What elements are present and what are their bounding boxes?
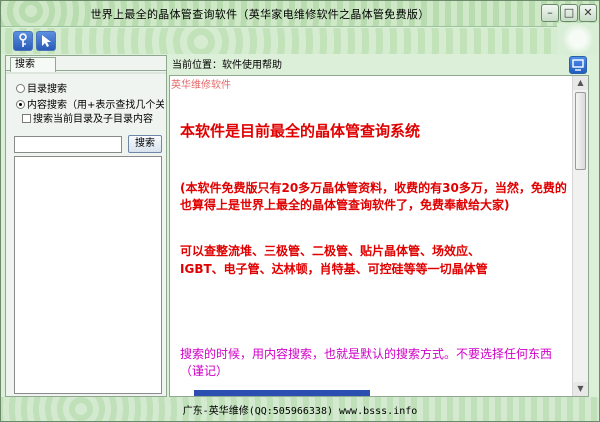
close-button[interactable]: ✕ — [579, 4, 597, 22]
status-bar: 广东-英华维修(QQ:505966338) www.bsss.info — [1, 397, 599, 421]
content-image-strip — [194, 390, 370, 396]
decoration-swirl — [557, 23, 599, 55]
minimize-button[interactable]: – — [541, 4, 559, 22]
search-subdirs-checkbox[interactable]: 搜索当前目录及子目录内容 — [22, 110, 164, 125]
help-content: 英华维修软件 本软件是目前最全的晶体管查询系统 (本软件免费版只有20多万晶体管… — [169, 75, 589, 397]
scroll-up-icon[interactable]: ▲ — [573, 76, 588, 90]
location-label: 当前位置： — [172, 60, 222, 71]
content-paragraph-2: 可以查整流堆、三极管、二极管、贴片晶体管、场效应、 IGBT、电子管、达林顿，肖… — [180, 242, 572, 278]
content-paragraph-3: 搜索的时候，用内容搜索，也就是默认的搜索方式。不要选择任何东西（谨记） — [180, 347, 553, 378]
radio-icon — [16, 84, 25, 93]
content-paragraph-1: (本软件免费版只有20多万晶体管资料，收费的有30多万，当然，免费的也算得上是世… — [180, 181, 567, 212]
directory-search-radio[interactable]: 目录搜索 — [16, 80, 164, 95]
search-subdirs-label: 搜索当前目录及子目录内容 — [33, 114, 153, 125]
location-value: 软件使用帮助 — [222, 60, 282, 71]
scroll-thumb[interactable] — [575, 92, 586, 170]
content-paragraph-2-line-1: 可以查整流堆、三极管、二极管、贴片晶体管、场效应、 — [180, 244, 481, 258]
directory-search-label: 目录搜索 — [27, 84, 67, 95]
title-bar: 世界上最全的晶体管查询软件（英华家电维修软件之晶体管免费版） – □ ✕ — [1, 1, 599, 27]
main-window: 世界上最全的晶体管查询软件（英华家电维修软件之晶体管免费版） – □ ✕ 搜索 … — [0, 0, 600, 422]
divider — [6, 72, 166, 74]
content-heading: 本软件是目前最全的晶体管查询系统 — [180, 122, 421, 140]
vertical-scrollbar[interactable]: ▲ ▼ — [572, 76, 588, 396]
content-search-radio[interactable]: 内容搜索（用+表示查找几个关键 — [16, 96, 164, 111]
radio-checked-icon — [16, 100, 25, 109]
status-text: 广东-英华维修(QQ:505966338) www.bsss.info — [182, 406, 418, 417]
scroll-down-icon[interactable]: ▼ — [573, 382, 588, 396]
search-button[interactable]: 搜索 — [128, 135, 162, 153]
arrow-cursor-icon[interactable] — [36, 31, 56, 51]
left-panel: 搜索 目录搜索 内容搜索（用+表示查找几个关键 搜索当前目录及子目录内容 搜索 — [5, 55, 167, 397]
window-title: 世界上最全的晶体管查询软件（英华家电维修软件之晶体管免费版） — [90, 8, 430, 21]
watermark-text: 英华维修软件 — [171, 80, 231, 91]
monitor-icon[interactable] — [569, 56, 587, 74]
location-bar: 当前位置：软件使用帮助 — [170, 57, 590, 74]
checkbox-icon — [22, 114, 31, 123]
key-icon[interactable] — [13, 31, 33, 51]
toolbar — [1, 28, 599, 54]
search-input[interactable] — [14, 136, 122, 153]
tab-search[interactable]: 搜索 — [10, 57, 56, 72]
tab-strip: 搜索 — [6, 56, 166, 72]
maximize-button[interactable]: □ — [560, 4, 578, 22]
result-list[interactable] — [14, 156, 162, 394]
content-paragraph-2-line-2: IGBT、电子管、达林顿，肖特基、可控硅等等一切晶体管 — [180, 262, 488, 276]
